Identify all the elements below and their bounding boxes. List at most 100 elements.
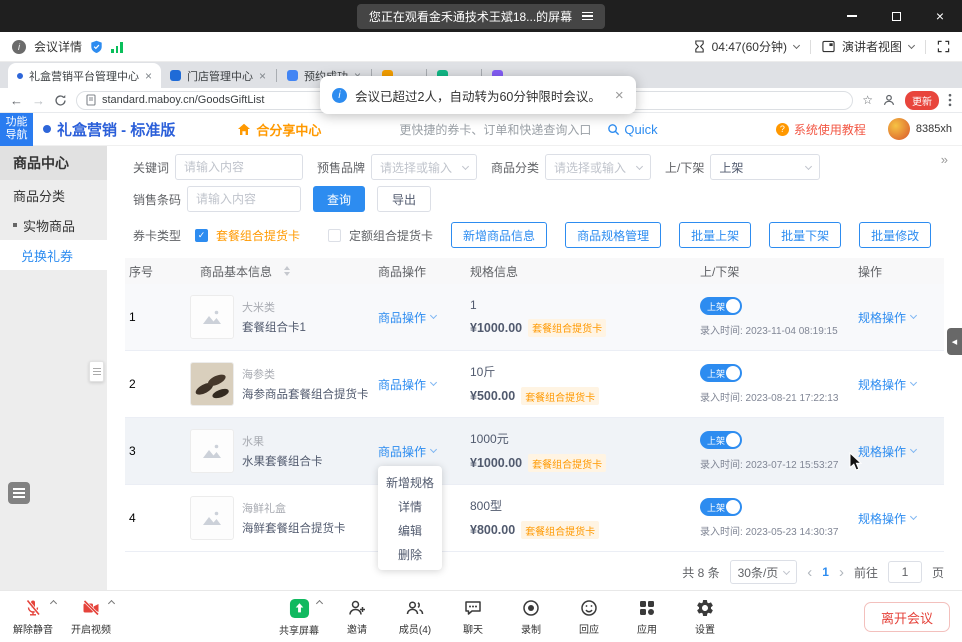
spec-action-link[interactable]: 规格操作 <box>858 443 916 460</box>
share-center-link[interactable]: 合分享中心 <box>237 120 321 139</box>
page-icon[interactable] <box>86 94 96 106</box>
fullscreen-icon[interactable] <box>937 40 950 53</box>
shelf-toggle[interactable]: 上架 <box>700 364 742 382</box>
batch-edit-button[interactable]: 批量修改 <box>859 222 931 248</box>
menu-item-add-spec[interactable]: 新增规格 <box>378 470 442 494</box>
browser-tab-active[interactable]: 礼盒营销平台管理中心 × <box>8 63 161 88</box>
product-action-link-open[interactable]: 商品操作 <box>378 443 436 460</box>
product-action-link[interactable]: 商品操作 <box>378 309 436 326</box>
sidebar-section-title: 商品中心 <box>0 146 107 180</box>
back-icon[interactable]: ← <box>10 93 23 108</box>
shelf-toggle[interactable]: 上架 <box>700 498 742 516</box>
goto-page-input[interactable] <box>888 561 922 583</box>
chevron-down-icon[interactable] <box>908 41 915 48</box>
maximize-button[interactable] <box>874 0 918 32</box>
add-product-button[interactable]: 新增商品信息 <box>451 222 547 248</box>
sidebar-item-gift-voucher[interactable]: 兑换礼券 <box>0 240 107 270</box>
current-page[interactable]: 1 <box>822 565 829 579</box>
product-image <box>190 295 234 339</box>
sort-icon[interactable] <box>284 266 290 276</box>
page-label: 页 <box>932 564 944 581</box>
tutorial-link[interactable]: ? 系统使用教程 <box>776 121 866 138</box>
update-badge[interactable]: 更新 <box>905 91 939 110</box>
spec-manage-button[interactable]: 商品规格管理 <box>565 222 661 248</box>
profile-icon[interactable] <box>882 93 896 107</box>
card-type-badge: 套餐组合提货卡 <box>528 319 606 337</box>
collapse-panel-icon[interactable]: » <box>941 152 948 167</box>
batch-onshelf-button[interactable]: 批量上架 <box>679 222 751 248</box>
tab-close-icon[interactable]: × <box>259 70 266 82</box>
checkbox-label-package[interactable]: 套餐组合提货卡 <box>216 227 300 244</box>
shelf-label: 上/下架 <box>665 159 704 176</box>
chevron-down-icon <box>910 312 917 319</box>
page-size-select[interactable]: 30条/页 <box>730 560 798 584</box>
settings-button[interactable]: 设置 <box>676 591 734 642</box>
table-row: 3 水果水果套餐组合卡 商品操作 1000元¥1000.00套餐组合提货卡 上架… <box>125 418 944 485</box>
category-select[interactable]: 请选择或输入 <box>545 154 651 180</box>
record-button[interactable]: 录制 <box>502 591 560 642</box>
user-menu[interactable]: 8385xh <box>888 118 952 140</box>
forward-icon[interactable]: → <box>32 93 45 108</box>
total-count: 共 8 条 <box>682 564 719 581</box>
shelf-toggle[interactable]: 上架 <box>700 297 742 315</box>
url-text: standard.maboy.cn/GoodsGiftList <box>102 94 264 106</box>
next-page-icon[interactable]: › <box>839 564 844 581</box>
invite-button[interactable]: 邀请 <box>328 591 386 642</box>
sidebar-item-physical-goods[interactable]: 实物商品 <box>0 210 107 240</box>
menu-icon[interactable] <box>582 12 593 21</box>
quick-search-link[interactable]: Quick <box>607 122 657 137</box>
meeting-details-label[interactable]: 会议详情 <box>34 38 82 55</box>
checkbox-checked[interactable]: ✓ <box>195 229 208 242</box>
barcode-input[interactable] <box>187 186 301 212</box>
chat-button[interactable]: 聊天 <box>444 591 502 642</box>
leave-meeting-button[interactable]: 离开会议 <box>864 602 950 632</box>
record-icon <box>521 598 541 618</box>
prev-page-icon[interactable]: ‹ <box>807 564 812 581</box>
keyword-input[interactable] <box>175 154 303 180</box>
menu-item-edit[interactable]: 编辑 <box>378 518 442 542</box>
apps-button[interactable]: 应用 <box>618 591 676 642</box>
refresh-icon[interactable] <box>54 94 67 107</box>
checkbox-label-fixed[interactable]: 定额组合提货卡 <box>349 227 433 244</box>
menu-item-details[interactable]: 详情 <box>378 494 442 518</box>
start-video-button[interactable]: 开启视频 <box>62 591 120 642</box>
browser-tab[interactable]: 门店管理中心 × <box>161 63 275 88</box>
function-nav-button[interactable]: 功能 导航 <box>0 113 33 146</box>
more-menu-icon[interactable] <box>948 93 952 107</box>
batch-offshelf-button[interactable]: 批量下架 <box>769 222 841 248</box>
checkbox-unchecked[interactable] <box>328 229 341 242</box>
shelf-select[interactable]: 上架 <box>710 154 820 180</box>
floating-list-button[interactable] <box>8 482 30 504</box>
sidebar-item-categories[interactable]: 商品分类 <box>0 180 107 210</box>
table-row: 2 海参类海参商品套餐组合提货卡 商品操作 10斤¥500.00套餐组合提货卡 … <box>125 351 944 418</box>
spec-action-link[interactable]: 规格操作 <box>858 376 916 393</box>
react-button[interactable]: 回应 <box>560 591 618 642</box>
brand-select[interactable]: 请选择或输入 <box>371 154 477 180</box>
panel-collapse-handle[interactable]: ◀ <box>947 328 962 355</box>
chevron-down-icon <box>783 567 790 574</box>
unmute-button[interactable]: 解除静音 <box>4 591 62 642</box>
star-icon[interactable]: ☆ <box>862 93 873 107</box>
view-mode-label[interactable]: 演讲者视图 <box>842 38 902 55</box>
tab-close-icon[interactable]: × <box>145 70 152 82</box>
sea-cucumber-photo <box>191 363 233 405</box>
video-options-caret[interactable] <box>108 600 115 607</box>
members-button[interactable]: 成员(4) <box>386 591 444 642</box>
filter-row-1: 关键词 预售品牌 请选择或输入 商品分类 请选择或输入 上/下架 上架 <box>133 154 944 180</box>
menu-item-delete[interactable]: 删除 <box>378 542 442 566</box>
shelf-toggle[interactable]: 上架 <box>700 431 742 449</box>
chevron-down-icon[interactable] <box>793 41 800 48</box>
share-options-caret[interactable] <box>316 600 323 607</box>
close-icon[interactable]: × <box>615 87 624 104</box>
product-action-link[interactable]: 商品操作 <box>378 376 436 393</box>
close-button[interactable]: × <box>918 0 962 32</box>
search-button[interactable]: 查询 <box>313 186 365 212</box>
spec-action-link[interactable]: 规格操作 <box>858 309 916 326</box>
mute-options-caret[interactable] <box>50 600 57 607</box>
minimize-button[interactable] <box>830 0 874 32</box>
security-shield-icon[interactable] <box>90 40 103 54</box>
drag-handle[interactable] <box>89 361 104 382</box>
share-screen-button[interactable]: 共享屏幕 <box>270 591 328 642</box>
export-button[interactable]: 导出 <box>377 186 431 212</box>
spec-action-link[interactable]: 规格操作 <box>858 510 916 527</box>
